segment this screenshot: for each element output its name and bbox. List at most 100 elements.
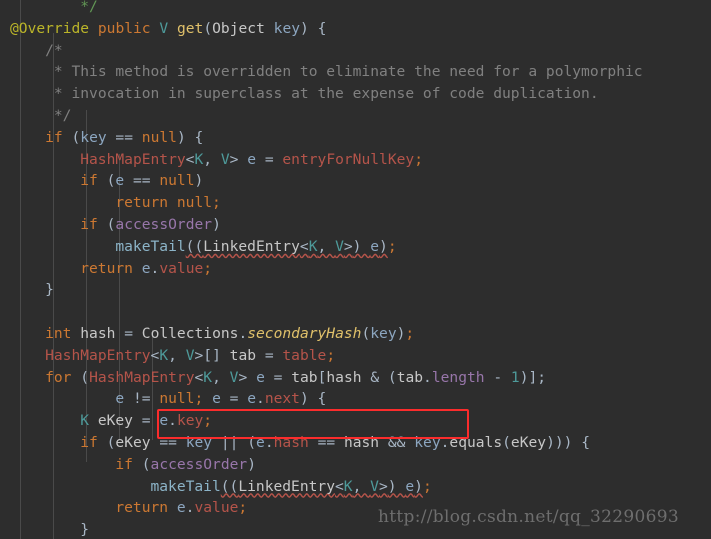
line-tab-table[interactable]: HashMapEntry<K, V>[] tab = table; (45, 345, 335, 367)
token: < (194, 368, 204, 386)
token: eKey (510, 434, 547, 451)
token: . (238, 325, 248, 342)
token: == (308, 434, 344, 451)
indent-guide-0 (20, 0, 21, 539)
token: tab (396, 368, 424, 386)
token: if (115, 455, 133, 473)
line-return-null-1[interactable]: return null; (115, 192, 220, 214)
token: > (238, 368, 248, 386)
token: hash (80, 325, 116, 342)
line-method-signature[interactable]: @Override public V get(Object key) { (10, 18, 326, 40)
token: K (159, 346, 169, 364)
token: . (256, 390, 265, 408)
token: ) (379, 237, 388, 255)
line-comment-1[interactable]: * This method is overridden to eliminate… (54, 61, 643, 83)
token: ( (80, 368, 90, 386)
token: ; (326, 346, 336, 364)
token: ) (212, 216, 221, 233)
line-for-header[interactable]: for (HashMapEntry<K, V> e = tab[hash & (… (45, 367, 546, 389)
token: LinkedEntry (203, 237, 300, 255)
watermark-url: http://blog.csdn.net/qq_32290693 (378, 507, 679, 527)
line-comment-2[interactable]: * invocation in superclass at the expens… (54, 83, 599, 105)
token: ; (238, 499, 248, 517)
token: != (124, 390, 160, 408)
token: ) (352, 237, 371, 255)
token: hash (326, 368, 362, 386)
token: key (273, 19, 301, 37)
line-entry-for-null-key[interactable]: HashMapEntry<K, V> e = entryForNullKey; (80, 149, 423, 171)
token: < (299, 237, 309, 255)
line-if-e-null[interactable]: if (e == null) (80, 170, 203, 192)
token: , (203, 150, 221, 168)
token: */ (80, 0, 98, 15)
line-maketail-1[interactable]: makeTail((LinkedEntry<K, V>) e); (115, 236, 396, 258)
token: next (264, 390, 300, 408)
line-return-e-value-1[interactable]: return e.value; (80, 258, 212, 280)
token: = (256, 150, 283, 168)
token: == (124, 172, 160, 190)
token: < (335, 477, 344, 495)
token: key (80, 128, 107, 146)
token: > (378, 477, 388, 495)
line-if-accessorder-2[interactable]: if (accessOrder) (115, 454, 256, 476)
token: entryForNullKey (282, 150, 415, 168)
line-close-if-ekey[interactable]: } (80, 519, 89, 539)
token: Object (212, 19, 265, 37)
token: return (80, 259, 133, 277)
line-comment-open[interactable]: /* (45, 40, 63, 62)
token: , (212, 368, 230, 386)
line-close-if-key-null[interactable]: } (45, 279, 54, 301)
line-return-e-value-2[interactable]: return e.value; (115, 497, 247, 519)
token: key (414, 434, 441, 451)
token: ; (212, 194, 221, 212)
line-javadoc-close-top[interactable]: */ (80, 0, 98, 18)
token: hash (343, 434, 380, 451)
code-editor-viewport[interactable]: */ @Override public V get(Object key) {/*… (0, 0, 711, 539)
line-if-accessorder-1[interactable]: if (accessOrder) (80, 214, 221, 236)
token: ( (141, 455, 151, 473)
token: null (159, 390, 195, 408)
line-for-condition[interactable]: e != null; e = e.next) { (115, 388, 326, 410)
line-if-key-null[interactable]: if (key == null) { (45, 127, 203, 149)
token: ) { (176, 128, 204, 146)
token: tab (291, 368, 318, 386)
line-blank-1[interactable] (10, 301, 19, 323)
token: value (159, 259, 204, 277)
token: K (343, 477, 353, 495)
token: . (168, 412, 177, 430)
token: key (370, 325, 397, 342)
token: . (423, 368, 432, 386)
line-comment-close[interactable]: */ (54, 105, 72, 127)
token: ) { (299, 390, 327, 408)
token: K (80, 412, 90, 430)
token: ; (422, 477, 432, 495)
line-if-ekey-equals[interactable]: if (eKey == key || (e.hash == hash && ke… (80, 432, 590, 454)
token: e (115, 390, 125, 408)
token: makeTail (115, 237, 186, 255)
token: ( (502, 434, 511, 451)
token: , (317, 237, 336, 255)
token: ))) { (546, 434, 591, 451)
token: > (343, 237, 353, 255)
token: || (212, 434, 248, 451)
token: null (141, 128, 177, 146)
token: ; (203, 412, 213, 430)
line-k-ekey[interactable]: K eKey = e.key; (80, 410, 212, 432)
token: ) (247, 455, 256, 473)
token: if (80, 172, 98, 190)
token: (( (220, 477, 239, 495)
token: ) { (300, 19, 327, 37)
token: e (141, 259, 151, 277)
line-maketail-2[interactable]: makeTail((LinkedEntry<K, V>) e); (150, 476, 431, 498)
token: V (159, 19, 169, 37)
token: == (106, 128, 142, 146)
token: null (159, 172, 195, 190)
line-int-hash[interactable]: int hash = Collections.secondaryHash(key… (45, 323, 414, 345)
